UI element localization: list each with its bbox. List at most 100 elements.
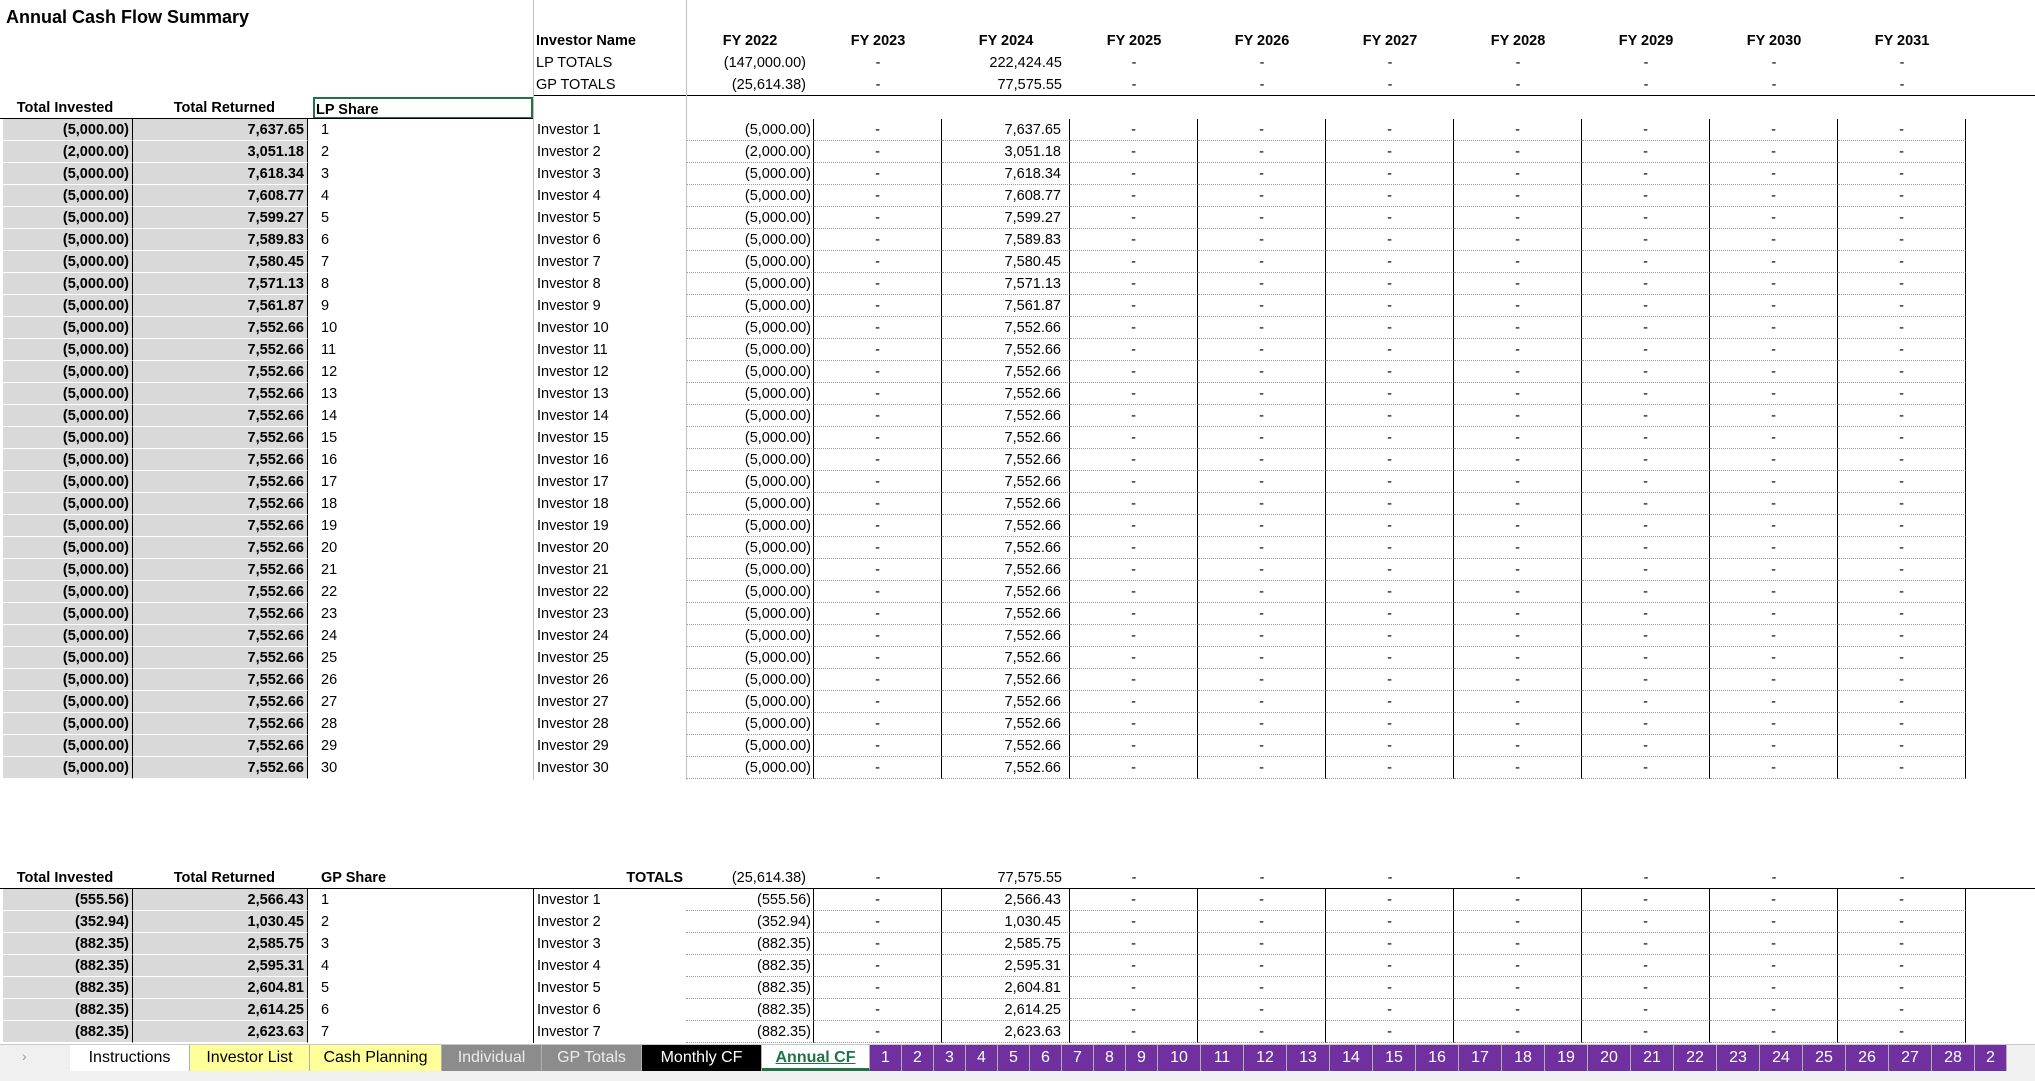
gp-row-year-value[interactable]: - <box>1838 977 1966 999</box>
lp-row-year-value[interactable]: - <box>1838 207 1966 229</box>
lp-row-year-value[interactable]: - <box>1710 119 1838 141</box>
lp-row-year-value[interactable]: - <box>1198 691 1326 713</box>
lp-row-year-value[interactable]: - <box>1070 625 1198 647</box>
lp-row-year-value[interactable]: - <box>1198 273 1326 295</box>
lp-row-year-value[interactable]: (5,000.00) <box>686 515 814 537</box>
lp-row-year-value[interactable]: - <box>1454 405 1582 427</box>
sheet-tab-14[interactable]: 14 <box>1330 1045 1373 1071</box>
lp-row-invested-cell[interactable]: (5,000.00) <box>3 559 133 581</box>
lp-row-year-value[interactable]: - <box>1582 735 1710 757</box>
lp-row-returned-cell[interactable]: 7,552.66 <box>133 515 308 537</box>
lp-row-investor-name[interactable]: Investor 19 <box>533 515 686 537</box>
lp-row-year-value[interactable]: - <box>1326 713 1454 735</box>
lp-row-year-value[interactable]: 3,051.18 <box>942 141 1070 163</box>
lp-row-share-cell[interactable]: 13 <box>318 383 533 405</box>
lp-row-invested-cell[interactable]: (5,000.00) <box>3 581 133 603</box>
lp-row-returned-cell[interactable]: 7,552.66 <box>133 317 308 339</box>
lp-row-invested-cell[interactable]: (2,000.00) <box>3 141 133 163</box>
lp-row-year-value[interactable]: - <box>1582 163 1710 185</box>
lp-row-year-value[interactable]: - <box>1326 141 1454 163</box>
lp-row-year-value[interactable]: - <box>814 141 942 163</box>
lp-row-year-value[interactable]: - <box>814 449 942 471</box>
lp-row-returned-cell[interactable]: 7,552.66 <box>133 757 308 779</box>
gp-row-year-value[interactable]: 2,623.63 <box>942 1021 1070 1043</box>
lp-row-investor-name[interactable]: Investor 13 <box>533 383 686 405</box>
gp-row-year-value[interactable]: - <box>1454 977 1582 999</box>
lp-row-year-value[interactable]: - <box>1582 229 1710 251</box>
lp-row-invested-cell[interactable]: (5,000.00) <box>3 405 133 427</box>
lp-row-share-cell[interactable]: 8 <box>318 273 533 295</box>
lp-row-share-cell[interactable]: 28 <box>318 713 533 735</box>
sheet-tab-23[interactable]: 23 <box>1717 1045 1760 1071</box>
gp-row-year-value[interactable]: (555.56) <box>686 889 814 911</box>
lp-row-year-value[interactable]: - <box>1710 251 1838 273</box>
lp-row-year-value[interactable]: (5,000.00) <box>686 405 814 427</box>
lp-row-share-cell[interactable]: 22 <box>318 581 533 603</box>
lp-row-invested-cell[interactable]: (5,000.00) <box>3 669 133 691</box>
lp-row-year-value[interactable]: - <box>1838 405 1966 427</box>
lp-row-year-value[interactable]: - <box>1838 185 1966 207</box>
lp-row-year-value[interactable]: - <box>814 383 942 405</box>
lp-row-year-value[interactable]: - <box>1710 713 1838 735</box>
lp-row-invested-cell[interactable]: (5,000.00) <box>3 537 133 559</box>
lp-row-year-value[interactable]: - <box>814 471 942 493</box>
lp-row-year-value[interactable]: 7,637.65 <box>942 119 1070 141</box>
lp-row-year-value[interactable]: - <box>1326 273 1454 295</box>
lp-row-share-cell[interactable]: 12 <box>318 361 533 383</box>
lp-row-investor-name[interactable]: Investor 30 <box>533 757 686 779</box>
lp-row-year-value[interactable]: - <box>1710 317 1838 339</box>
lp-row-year-value[interactable]: - <box>1454 757 1582 779</box>
sheet-tab-6[interactable]: 6 <box>1030 1045 1062 1071</box>
lp-row-year-value[interactable]: - <box>1198 757 1326 779</box>
lp-row-invested-cell[interactable]: (5,000.00) <box>3 735 133 757</box>
lp-row-investor-name[interactable]: Investor 16 <box>533 449 686 471</box>
lp-row-year-value[interactable]: (5,000.00) <box>686 471 814 493</box>
lp-row-year-value[interactable]: - <box>814 361 942 383</box>
gp-row-year-value[interactable]: - <box>1070 999 1198 1021</box>
gp-row-share-cell[interactable]: 2 <box>318 911 533 933</box>
lp-row-year-value[interactable]: - <box>1710 405 1838 427</box>
gp-row-year-value[interactable]: - <box>1838 999 1966 1021</box>
lp-row-year-value[interactable]: - <box>1326 361 1454 383</box>
lp-row-invested-cell[interactable]: (5,000.00) <box>3 493 133 515</box>
gp-row-returned-cell[interactable]: 1,030.45 <box>133 911 308 933</box>
lp-row-share-cell[interactable]: 9 <box>318 295 533 317</box>
sheet-tab-26[interactable]: 26 <box>1846 1045 1889 1071</box>
lp-row-year-value[interactable]: - <box>1838 735 1966 757</box>
lp-row-year-value[interactable]: - <box>1838 603 1966 625</box>
lp-row-year-value[interactable]: - <box>1326 757 1454 779</box>
gp-row-year-value[interactable]: - <box>1198 911 1326 933</box>
lp-row-investor-name[interactable]: Investor 11 <box>533 339 686 361</box>
lp-row-year-value[interactable]: - <box>1070 581 1198 603</box>
gp-row-year-value[interactable]: - <box>1454 933 1582 955</box>
lp-row-year-value[interactable]: - <box>1326 449 1454 471</box>
lp-row-year-value[interactable]: - <box>1326 427 1454 449</box>
lp-row-year-value[interactable]: 7,552.66 <box>942 735 1070 757</box>
lp-row-year-value[interactable]: - <box>1582 669 1710 691</box>
lp-row-year-value[interactable]: (5,000.00) <box>686 757 814 779</box>
lp-row-invested-cell[interactable]: (5,000.00) <box>3 185 133 207</box>
gp-row-year-value[interactable]: - <box>1838 1021 1966 1043</box>
lp-row-year-value[interactable]: - <box>1710 207 1838 229</box>
lp-row-year-value[interactable]: - <box>1326 207 1454 229</box>
gp-row-year-value[interactable]: - <box>1582 977 1710 999</box>
lp-row-invested-cell[interactable]: (5,000.00) <box>3 383 133 405</box>
lp-row-returned-cell[interactable]: 7,599.27 <box>133 207 308 229</box>
lp-row-year-value[interactable]: - <box>1326 185 1454 207</box>
lp-row-year-value[interactable]: - <box>814 713 942 735</box>
sheet-tab-24[interactable]: 24 <box>1760 1045 1803 1071</box>
lp-row-year-value[interactable]: (5,000.00) <box>686 427 814 449</box>
lp-row-year-value[interactable]: - <box>1582 713 1710 735</box>
sheet-tab-28[interactable]: 28 <box>1932 1045 1975 1071</box>
lp-row-investor-name[interactable]: Investor 28 <box>533 713 686 735</box>
lp-row-year-value[interactable]: - <box>1198 163 1326 185</box>
lp-row-year-value[interactable]: (5,000.00) <box>686 669 814 691</box>
lp-row-invested-cell[interactable]: (5,000.00) <box>3 229 133 251</box>
lp-row-year-value[interactable]: - <box>1710 625 1838 647</box>
lp-row-year-value[interactable]: - <box>1838 757 1966 779</box>
lp-row-year-value[interactable]: - <box>1326 537 1454 559</box>
tab-scroll-arrow-icon[interactable]: › <box>22 1048 27 1064</box>
sheet-tab-5[interactable]: 5 <box>998 1045 1030 1071</box>
lp-row-share-cell[interactable]: 25 <box>318 647 533 669</box>
lp-row-invested-cell[interactable]: (5,000.00) <box>3 625 133 647</box>
